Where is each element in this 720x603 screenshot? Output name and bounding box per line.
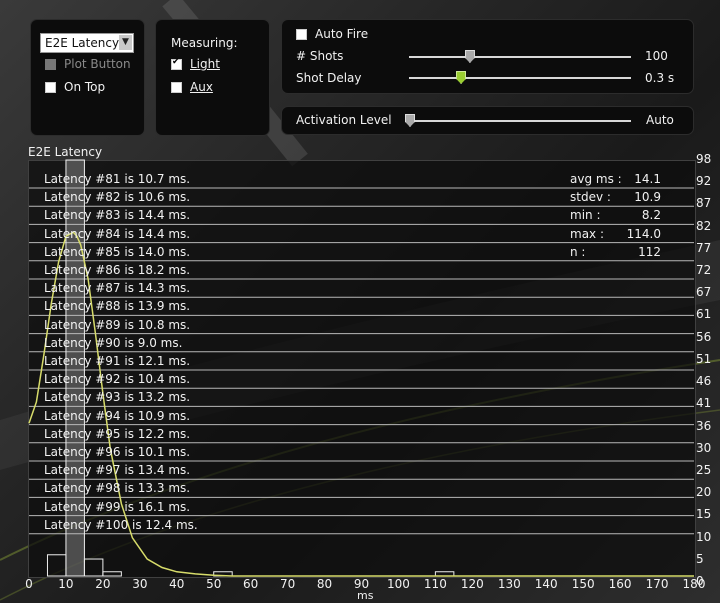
latency-line: Latency #100 is 12.4 ms. bbox=[44, 517, 198, 532]
y-tick-label: 98 bbox=[696, 152, 712, 166]
x-tick-label: 150 bbox=[571, 577, 595, 591]
x-tick-label: 160 bbox=[608, 577, 632, 591]
latency-line: Latency #97 is 13.4 ms. bbox=[44, 463, 191, 478]
y-tick-label: 5 bbox=[696, 551, 704, 566]
y-tick-label: 15 bbox=[696, 507, 712, 522]
stat-value: 112 bbox=[638, 244, 661, 259]
latency-line: Latency #85 is 14.0 ms. bbox=[44, 244, 191, 259]
x-tick-label: 180 bbox=[682, 577, 706, 591]
latency-line: Latency #99 is 16.1 ms. bbox=[44, 499, 191, 514]
y-tick-label: 20 bbox=[696, 485, 712, 500]
latency-line: Latency #94 is 10.9 ms. bbox=[44, 408, 191, 423]
x-tick-label: 60 bbox=[243, 577, 259, 591]
latency-line: Latency #90 is 9.0 ms. bbox=[44, 335, 183, 350]
stat-value: 114.0 bbox=[626, 226, 661, 241]
histogram-bar bbox=[83, 558, 104, 577]
stat-label: min : bbox=[570, 208, 601, 223]
x-tick-label: 40 bbox=[169, 577, 185, 591]
y-tick-label: 72 bbox=[696, 263, 712, 278]
latency-line: Latency #91 is 12.1 ms. bbox=[44, 354, 191, 368]
y-tick-label: 56 bbox=[696, 329, 712, 344]
y-tick-label: 10 bbox=[696, 529, 712, 544]
latency-line: Latency #81 is 10.7 ms. bbox=[44, 172, 191, 186]
x-tick-label: 10 bbox=[58, 577, 74, 591]
y-tick-label: 46 bbox=[696, 374, 712, 389]
x-tick-label: 170 bbox=[645, 577, 669, 591]
stat-label: avg ms : bbox=[570, 172, 622, 186]
latency-line: Latency #84 is 14.4 ms. bbox=[44, 226, 191, 241]
latency-line: Latency #89 is 10.8 ms. bbox=[44, 317, 191, 332]
x-tick-label: 20 bbox=[95, 577, 111, 591]
stat-label: stdev : bbox=[570, 190, 611, 205]
y-tick-label: 41 bbox=[696, 396, 712, 411]
latency-line: Latency #96 is 10.1 ms. bbox=[44, 445, 191, 459]
histogram-bar bbox=[65, 159, 85, 577]
x-tick-label: 80 bbox=[316, 577, 333, 591]
y-tick-label: 87 bbox=[696, 196, 712, 211]
latency-line: Latency #98 is 13.3 ms. bbox=[44, 481, 191, 496]
x-tick-label: 110 bbox=[423, 577, 447, 591]
x-tick-label: 130 bbox=[497, 577, 521, 591]
histogram-bar bbox=[102, 571, 122, 577]
y-tick-label: 36 bbox=[696, 418, 712, 433]
stat-value: 14.1 bbox=[634, 172, 661, 186]
latency-line: Latency #88 is 13.9 ms. bbox=[44, 299, 191, 314]
x-tick-label: 100 bbox=[386, 577, 410, 591]
x-tick-label: 0 bbox=[25, 577, 33, 591]
stat-label: max : bbox=[570, 226, 605, 241]
y-tick-label: 67 bbox=[696, 285, 712, 300]
stat-value: 8.2 bbox=[641, 208, 661, 223]
latency-line: Latency #86 is 18.2 ms. bbox=[44, 263, 191, 277]
latency-line: Latency #95 is 12.2 ms. bbox=[44, 426, 191, 441]
x-tick-label: 140 bbox=[534, 577, 558, 591]
x-tick-label: 120 bbox=[460, 577, 484, 591]
latency-line: Latency #87 is 14.3 ms. bbox=[44, 281, 191, 296]
y-tick-label: 51 bbox=[696, 351, 712, 366]
stat-value: 10.9 bbox=[634, 190, 661, 205]
latency-line: Latency #82 is 10.6 ms. bbox=[44, 190, 191, 205]
stat-label: n : bbox=[570, 244, 586, 259]
x-tick-label: 30 bbox=[132, 577, 148, 591]
x-axis-label: ms bbox=[357, 589, 374, 602]
y-tick-label: 82 bbox=[696, 218, 712, 233]
y-tick-label: 25 bbox=[696, 462, 712, 477]
x-tick-label: 50 bbox=[206, 577, 222, 591]
y-tick-label: 77 bbox=[696, 240, 712, 255]
histogram-bar bbox=[46, 554, 67, 577]
latency-line: Latency #83 is 14.4 ms. bbox=[44, 208, 191, 223]
y-tick-label: 92 bbox=[696, 174, 712, 189]
y-tick-label: 30 bbox=[696, 440, 712, 455]
latency-line: Latency #92 is 10.4 ms. bbox=[44, 372, 191, 387]
x-tick-label: 70 bbox=[279, 577, 296, 591]
latency-line: Latency #93 is 13.2 ms. bbox=[44, 390, 191, 405]
y-tick-label: 61 bbox=[696, 307, 712, 322]
